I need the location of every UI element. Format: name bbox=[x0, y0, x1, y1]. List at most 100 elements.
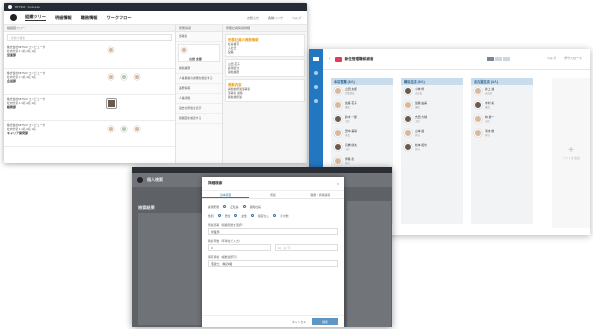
search-icon[interactable] bbox=[314, 85, 318, 89]
view-toggle[interactable] bbox=[487, 57, 510, 61]
radio[interactable] bbox=[250, 214, 254, 217]
person-card[interactable]: 山田 太郎 bbox=[178, 44, 220, 62]
list-item[interactable]: 株式会社MITSUI コンピュータ 社内分室 1 1名 2名 1名 キャリア開発… bbox=[4, 121, 175, 147]
list-item[interactable]: 異動履歴 bbox=[176, 64, 222, 74]
modal-footer: キャンセル 検索 bbox=[202, 315, 344, 327]
radio[interactable] bbox=[234, 214, 238, 217]
tab-affiliation[interactable]: 所属 bbox=[249, 191, 296, 198]
avatar bbox=[404, 115, 412, 123]
close-icon[interactable]: × bbox=[337, 181, 339, 186]
list-item[interactable]: 株式会社MITSUI コンピュータ 社内分室 1 1名 2名 1名 営業部 bbox=[4, 43, 175, 69]
download-button[interactable]: ダウンロード bbox=[564, 56, 582, 60]
row-dept: 企画部 bbox=[7, 79, 17, 83]
employee-card[interactable]: 清水 優担当 bbox=[474, 128, 530, 141]
radio-label: 契約社員 bbox=[249, 204, 261, 209]
brand-logo-icon bbox=[10, 14, 17, 21]
radio[interactable] bbox=[223, 205, 227, 208]
panel-header: 組織図ツリー bbox=[4, 25, 175, 32]
row-dept: キャリア開発部 bbox=[7, 131, 29, 135]
nav-link-help[interactable]: ヘルプ bbox=[292, 16, 301, 20]
radio[interactable] bbox=[217, 214, 221, 217]
avatar bbox=[334, 157, 342, 165]
back-chevron-icon[interactable]: ‹ bbox=[329, 56, 331, 62]
employee-card[interactable]: 林 健一 主任 bbox=[474, 114, 530, 127]
nav-tab-workflow[interactable]: ワークフロー bbox=[106, 15, 131, 21]
employee-card[interactable]: 小林 修支店長 bbox=[404, 86, 460, 99]
employee-card[interactable]: 山本 綾担当 bbox=[404, 128, 460, 141]
employee-card[interactable]: 佐藤 花子 課長 bbox=[334, 100, 390, 113]
qualification-field[interactable]: 宅建士、簿記2級 bbox=[208, 260, 338, 267]
nav-tab-org-tree[interactable]: 組織ツリー bbox=[25, 14, 46, 21]
nav-link-notice[interactable]: お知らせ bbox=[247, 16, 259, 20]
nav-link-links[interactable]: 各種リンク bbox=[268, 16, 283, 20]
radio-label: 正社員 bbox=[230, 204, 239, 209]
avatar bbox=[474, 129, 482, 137]
modal-title: 詳細検索 bbox=[208, 181, 223, 185]
detail-label: 役職 bbox=[228, 50, 234, 54]
list-item[interactable]: 人事評価 bbox=[176, 94, 222, 104]
app-title: MITSUI Fudosan bbox=[15, 5, 41, 9]
nav-tab-details[interactable]: 明細情報 bbox=[55, 15, 72, 21]
advanced-search-modal: 詳細検索 × 基本項目 所属 職務・資格情報 雇用形態 正社員 契約社員 性別 … bbox=[202, 177, 344, 327]
tab-basic[interactable]: 基本項目 bbox=[202, 191, 250, 198]
radio[interactable] bbox=[273, 214, 277, 217]
detail-box: 異動内容 異動前所属部署名 部署名 異動 異動後所属 bbox=[225, 79, 305, 102]
kanban-column: 名古屋支店 (4人) 井上 誠支店長 木村 彩課長 林 健一 主任 清水 優担当 bbox=[471, 78, 533, 224]
employee-role: 支店長 bbox=[415, 92, 423, 95]
list-item[interactable]: 組織図を確認する bbox=[176, 114, 222, 124]
org-tree-screenshot: MITSUI Fudosan 組織ツリー 明細情報 職務情報 ワークフロー お知… bbox=[4, 3, 307, 163]
employee-card[interactable]: 木村 彩課長 bbox=[474, 100, 530, 113]
employee-role: 担当 bbox=[415, 148, 420, 151]
board-title: 新任管理職候補者 bbox=[344, 56, 374, 61]
add-list-label: リストを追加 bbox=[561, 156, 580, 160]
avatar bbox=[404, 129, 412, 137]
nav-tab-jobs[interactable]: 職務情報 bbox=[81, 15, 98, 21]
employee-card[interactable]: 井上 誠支店長 bbox=[474, 86, 530, 99]
employee-card[interactable]: 田中 美咲 係長 bbox=[334, 128, 390, 141]
radio[interactable] bbox=[242, 205, 246, 208]
tenure-max-field[interactable]: 10（以下） bbox=[275, 244, 338, 251]
home-icon[interactable] bbox=[314, 71, 318, 75]
search-button[interactable]: 検索 bbox=[312, 318, 338, 325]
section-title: 検索結果 bbox=[138, 205, 155, 210]
avatar bbox=[474, 87, 482, 95]
employee-role: 営業部長 bbox=[345, 92, 355, 95]
employee-card[interactable]: 高橋 健太 主任 bbox=[334, 142, 390, 155]
avatar bbox=[334, 101, 342, 109]
detail-box: 所属社員の異動情報 社員番号 入社日 役職 bbox=[225, 34, 305, 57]
radio-label: 指定なし bbox=[257, 213, 270, 218]
employee-card[interactable]: 山田 太郎 営業部長 bbox=[334, 86, 390, 99]
list-item[interactable]: 株式会社MITSUI コンピュータ 社内分室 1 1名 2名 1名 総務部 bbox=[4, 95, 175, 121]
avatar bbox=[334, 129, 342, 137]
list-item[interactable]: 人事異動の詳細を確認する bbox=[176, 74, 222, 84]
search-input[interactable]: 名前で検索 bbox=[7, 34, 172, 41]
menu-icon[interactable] bbox=[313, 57, 319, 61]
radio-label: 女性 bbox=[241, 213, 247, 218]
avatar bbox=[121, 126, 127, 132]
modal-tabs: 基本項目 所属 職務・資格情報 bbox=[202, 191, 344, 199]
field-label: 勤続年数（年単位で入力） bbox=[208, 239, 242, 243]
employee-card[interactable]: 鈴木 一郎 主任 bbox=[334, 114, 390, 127]
employee-role: 担当 bbox=[415, 134, 420, 137]
add-list-column[interactable]: + リストを追加 bbox=[552, 78, 590, 228]
field-label: 保有資格（複数選択可） bbox=[208, 255, 239, 259]
help-button[interactable]: ヘルプ bbox=[547, 56, 556, 60]
department-field[interactable]: 営業部 bbox=[208, 228, 338, 235]
cancel-button[interactable]: キャンセル bbox=[292, 320, 306, 324]
results-panel bbox=[138, 213, 202, 325]
list-item[interactable]: 部署名 bbox=[176, 32, 222, 42]
employee-role: 担当 bbox=[345, 162, 350, 165]
employee-card[interactable]: 吉田 大輔 主任 bbox=[404, 114, 460, 127]
affiliation-panel: 所属情報 部署名 山田 太郎 異動履歴 人事異動の詳細を確認する 兼務情報 人事… bbox=[176, 25, 223, 163]
employee-card[interactable]: 松本 拓也 担当 bbox=[404, 142, 460, 155]
list-icon[interactable] bbox=[314, 99, 318, 103]
employee-card[interactable]: 加藤 由美 課長 bbox=[404, 100, 460, 113]
tab-qualifications[interactable]: 職務・資格情報 bbox=[297, 191, 344, 198]
tenure-min-field[interactable]: 3 bbox=[208, 244, 271, 251]
main-nav: 組織ツリー 明細情報 職務情報 ワークフロー お知らせ 各種リンク ヘルプ bbox=[4, 11, 307, 25]
avatar bbox=[404, 143, 412, 151]
list-item[interactable]: 株式会社MITSUI コンピュータ 社内分室 1 1名 2名 1名 企画部 bbox=[4, 69, 175, 95]
list-item[interactable]: 過去の所属を表示 bbox=[176, 104, 222, 114]
label-tag-icon bbox=[334, 56, 342, 62]
list-item[interactable]: 兼務情報 bbox=[176, 84, 222, 94]
